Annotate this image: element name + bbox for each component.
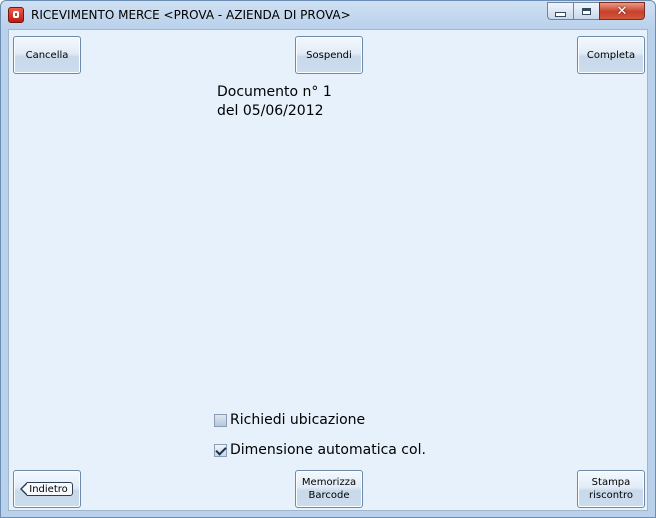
document-info: Documento n° 1 del 05/06/2012 <box>217 83 332 121</box>
maximize-button[interactable] <box>573 2 599 20</box>
complete-button-label: Completa <box>586 49 636 61</box>
auto-col-size-option[interactable]: Dimensione automatica col. <box>214 442 426 458</box>
app-window: RICEVIMENTO MERCE <PROVA - AZIENDA DI PR… <box>0 0 656 518</box>
minimize-button[interactable] <box>547 2 573 20</box>
save-barcode-button[interactable]: Memorizza Barcode <box>295 470 363 508</box>
suspend-button-label: Sospendi <box>306 49 352 61</box>
minimize-icon <box>555 11 566 17</box>
back-button[interactable]: Indietro <box>13 470 81 508</box>
document-date: del 05/06/2012 <box>217 103 324 119</box>
app-icon[interactable] <box>8 7 24 23</box>
checkmark-icon <box>215 443 227 456</box>
request-location-label: Richiedi ubicazione <box>230 412 366 428</box>
cancel-button-label: Cancella <box>25 49 69 61</box>
close-icon: ✕ <box>616 3 628 19</box>
save-barcode-button-label: Memorizza Barcode <box>301 477 357 501</box>
complete-button[interactable]: Completa <box>577 36 645 74</box>
request-location-checkbox[interactable] <box>214 413 227 427</box>
auto-col-size-label: Dimensione automatica col. <box>230 442 426 458</box>
print-check-button-label: Stampa riscontro <box>589 477 633 501</box>
suspend-button[interactable]: Sospendi <box>295 36 363 74</box>
cancel-button[interactable]: Cancella <box>13 36 81 74</box>
document-number: Documento n° 1 <box>217 84 332 100</box>
main-panel: Cancella Sospendi Completa Documento n° … <box>8 29 648 511</box>
back-arrow-icon: Indietro <box>20 482 73 496</box>
print-check-button[interactable]: Stampa riscontro <box>577 470 645 508</box>
request-location-option[interactable]: Richiedi ubicazione <box>214 412 365 428</box>
auto-col-size-checkbox[interactable] <box>214 443 227 457</box>
close-button[interactable]: ✕ <box>599 2 645 20</box>
back-button-label: Indietro <box>29 483 68 495</box>
title-bar[interactable]: RICEVIMENTO MERCE <PROVA - AZIENDA DI PR… <box>1 1 655 29</box>
maximize-icon <box>582 7 591 15</box>
window-title: RICEVIMENTO MERCE <PROVA - AZIENDA DI PR… <box>31 8 351 22</box>
